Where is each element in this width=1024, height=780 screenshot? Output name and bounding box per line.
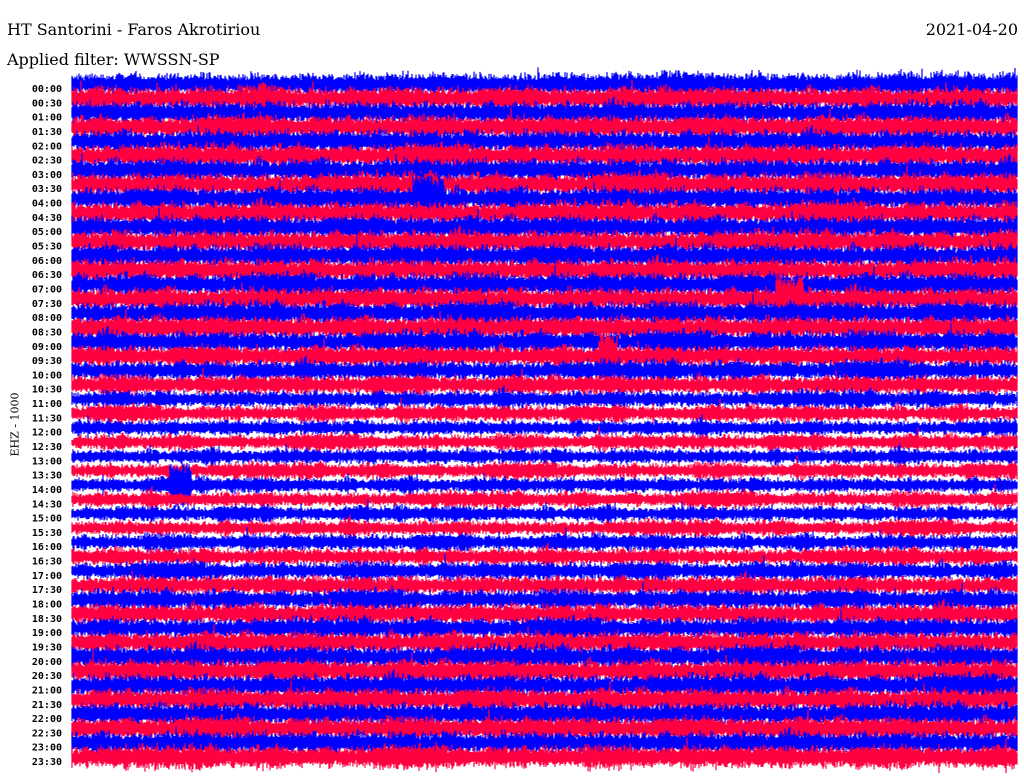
row-time-label: 18:30 xyxy=(32,614,62,625)
row-time-label: 04:00 xyxy=(32,199,62,210)
row-time-label: 03:00 xyxy=(32,170,62,181)
row-time-label: 11:00 xyxy=(32,399,62,410)
row-time-label: 02:30 xyxy=(32,156,62,167)
row-time-label: 15:30 xyxy=(32,528,62,539)
row-time-label: 10:00 xyxy=(32,370,62,381)
row-time-label: 19:00 xyxy=(32,628,62,639)
row-time-label: 14:30 xyxy=(32,499,62,510)
row-time-label: 19:30 xyxy=(32,642,62,653)
row-time-label: 09:30 xyxy=(32,356,62,367)
row-time-label: 01:00 xyxy=(32,113,62,124)
row-time-label: 09:00 xyxy=(32,342,62,353)
row-time-label: 08:30 xyxy=(32,327,62,338)
row-time-label: 06:30 xyxy=(32,270,62,281)
row-time-label: 17:30 xyxy=(32,585,62,596)
row-time-label: 05:00 xyxy=(32,227,62,238)
row-time-label: 11:30 xyxy=(32,413,62,424)
row-time-label: 05:30 xyxy=(32,242,62,253)
row-time-label: 20:00 xyxy=(32,657,62,668)
row-time-label: 02:00 xyxy=(32,141,62,152)
row-time-label: 16:30 xyxy=(32,557,62,568)
row-time-label: 03:30 xyxy=(32,184,62,195)
trace-row-1200 xyxy=(71,414,1018,441)
row-time-label: 06:00 xyxy=(32,256,62,267)
row-time-label: 14:00 xyxy=(32,485,62,496)
row-time-label: 22:00 xyxy=(32,714,62,725)
row-time-label: 00:00 xyxy=(32,84,62,95)
row-time-label: 16:00 xyxy=(32,542,62,553)
row-time-label: 23:30 xyxy=(32,757,62,768)
row-time-label: 04:30 xyxy=(32,213,62,224)
row-time-label: 17:00 xyxy=(32,571,62,582)
row-time-label: 22:30 xyxy=(32,728,62,739)
row-time-label: 13:00 xyxy=(32,456,62,467)
row-time-label: 12:00 xyxy=(32,428,62,439)
row-time-label: 13:30 xyxy=(32,471,62,482)
helicorder-plot: 00:00 00:30 01:00 01:30 02:00 02:30 03:00 03:30… xyxy=(32,67,1018,774)
row-time-label: 18:00 xyxy=(32,600,62,611)
row-time-label: 10:30 xyxy=(32,385,62,396)
row-time-label: 12:30 xyxy=(32,442,62,453)
row-time-label: 01:30 xyxy=(32,127,62,138)
row-time-label: 08:00 xyxy=(32,313,62,324)
row-time-label: 15:00 xyxy=(32,514,62,525)
row-time-label: 21:30 xyxy=(32,700,62,711)
row-time-label: 20:30 xyxy=(32,671,62,682)
row-time-label: 07:30 xyxy=(32,299,62,310)
row-time-label: 07:00 xyxy=(32,284,62,295)
row-time-label: 23:00 xyxy=(32,743,62,754)
row-time-label: 00:30 xyxy=(32,98,62,109)
row-time-label: 21:00 xyxy=(32,685,62,696)
